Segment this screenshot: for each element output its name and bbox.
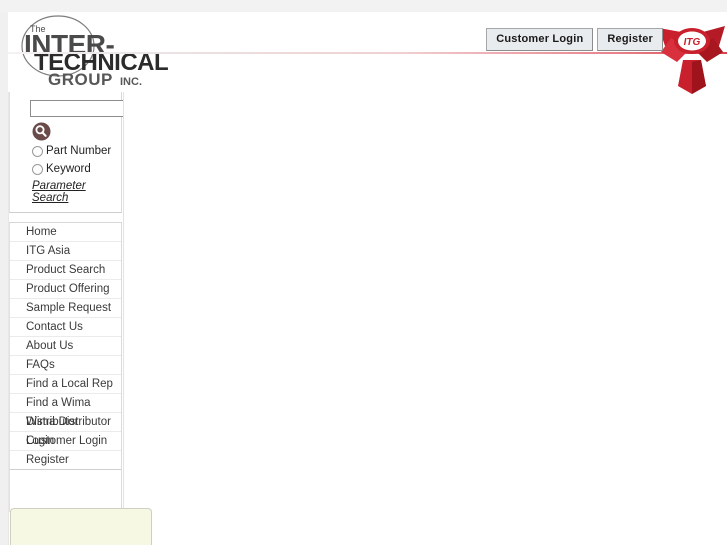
register-button[interactable]: Register [597,28,663,51]
sidebar-nav: Home ITG Asia Product Search Product Off… [9,222,122,470]
radio-option-part-number[interactable]: Part Number [32,143,121,159]
magnifier-icon [32,122,51,141]
svg-text:GROUP: GROUP [48,70,113,89]
radio-part-number-dot[interactable] [32,145,43,157]
itg-ribbon-badge[interactable]: ITG [657,16,727,100]
main-content [124,92,727,545]
radio-part-number-label: Part Number [46,145,112,157]
svg-text:INC.: INC. [120,76,142,88]
search-panel: Part Number Keyword Parameter Search [9,92,133,213]
sidebar: Part Number Keyword Parameter Search Hom… [9,92,133,512]
sidebar-panel-tail [9,470,122,512]
sidebar-item-faqs[interactable]: FAQs [10,356,121,375]
search-input[interactable] [30,100,133,117]
search-submit[interactable] [32,122,121,141]
radio-keyword-dot[interactable] [32,163,43,175]
header-gradient-rule [8,52,727,54]
sidebar-item-customer-login[interactable]: Customer Login Login [10,432,121,451]
sidebar-item-product-offering[interactable]: Product Offering [10,280,121,299]
parameter-search-link[interactable]: Parameter Search [32,180,121,204]
sidebar-item-find-a-wima[interactable]: Find a Wima [10,394,121,413]
page-root: The INTER- TECHNICAL GROUP INC. Customer… [0,0,727,545]
header-button-group: Customer Login Register [486,28,663,51]
sidebar-item-customer-login-label: Login [26,435,55,447]
notice-panel[interactable] [10,508,152,545]
sidebar-item-contact-us[interactable]: Contact Us [10,318,121,337]
sidebar-item-sample-request[interactable]: Sample Request [10,299,121,318]
customer-login-button[interactable]: Customer Login [486,28,594,51]
radio-keyword-label: Keyword [46,163,91,175]
sidebar-item-register[interactable]: Register [10,451,121,470]
radio-option-keyword[interactable]: Keyword [32,161,121,177]
sidebar-item-itg-asia[interactable]: ITG Asia [10,242,121,261]
sidebar-item-about-us[interactable]: About Us [10,337,121,356]
sidebar-item-wima-distributor[interactable]: Wima Distributor Distributor [10,413,121,432]
sidebar-item-product-search[interactable]: Product Search [10,261,121,280]
sidebar-item-wima-distributor-label: Distributor [26,416,79,428]
sidebar-item-find-a-local-rep[interactable]: Find a Local Rep [10,375,121,394]
sidebar-item-home[interactable]: Home [10,223,121,242]
itg-badge-text: ITG [684,37,701,48]
